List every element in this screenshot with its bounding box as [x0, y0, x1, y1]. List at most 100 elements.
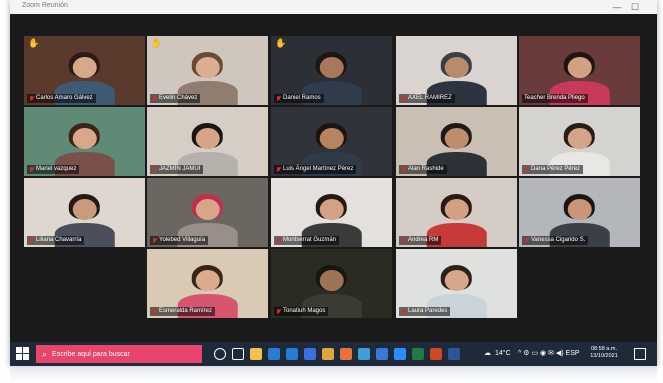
participant-name: Montserrat Guzmán: [283, 237, 337, 243]
participant-name: Liliana Chavarría: [36, 237, 82, 243]
clock-time: 08:58 a.m.: [591, 346, 617, 352]
participant-name-label: JAZMÍN JAMUI: [150, 165, 204, 174]
participant-name-label: Yolebed Villaguía: [150, 236, 209, 245]
word-icon[interactable]: [448, 348, 460, 360]
participant-name-label: Mariel vazquez: [27, 165, 80, 174]
screen-reflection: [10, 366, 657, 383]
muted-mic-icon: [152, 95, 157, 102]
search-icon: ⌕: [42, 348, 48, 359]
muted-mic-icon: [276, 95, 281, 102]
raised-hand-icon: ✋: [28, 38, 40, 48]
participant-tile[interactable]: JAZMÍN JAMUI: [147, 107, 268, 176]
edge-icon[interactable]: [358, 348, 370, 360]
participant-tile[interactable]: Andrea RM: [396, 178, 517, 247]
muted-mic-icon: [276, 237, 281, 244]
participant-tile[interactable]: Laura Paredes: [396, 249, 517, 318]
participant-name: Carlos Amaro Gálvez: [36, 95, 93, 101]
muted-mic-icon: [276, 166, 281, 173]
participant-tile[interactable]: Dana Pérez Pérez: [519, 107, 640, 176]
clock[interactable]: 08:58 a.m. 13/10/2021: [588, 346, 620, 360]
participant-name-label: Montserrat Guzmán: [274, 236, 340, 245]
participant-tile[interactable]: Montserrat Guzmán: [271, 178, 392, 247]
participant-name-label: Andrea RM: [399, 236, 442, 245]
file-explorer-icon[interactable]: [250, 348, 262, 360]
participant-name: Andrea RM: [408, 237, 439, 243]
participant-name: Esmeralda Ramírez: [159, 308, 213, 314]
participant-tile[interactable]: Yolebed Villaguía: [147, 178, 268, 247]
muted-mic-icon: [276, 308, 281, 315]
participant-name: Tonatiuh Magos: [283, 308, 326, 314]
weather-temperature[interactable]: 14°C: [495, 348, 511, 360]
participant-name: Evelin Chávez: [159, 95, 198, 101]
muted-mic-icon: [29, 95, 34, 102]
notification-icon[interactable]: [634, 348, 646, 360]
minimize-button[interactable]: —: [610, 0, 624, 14]
participant-name-label: Alan Rashide: [399, 165, 447, 174]
start-button[interactable]: [16, 347, 30, 361]
participant-name: JAZMÍN JAMUI: [159, 166, 201, 172]
participant-tile[interactable]: AXEL RAMIREZ: [396, 36, 517, 105]
participant-name-label: Daniel Ramos: [274, 94, 324, 103]
participant-tile[interactable]: Luis Ángel Martínez Pérez: [271, 107, 392, 176]
participant-name-label: Tonatiuh Magos: [274, 307, 329, 316]
muted-mic-icon: [29, 237, 34, 244]
calendar-icon[interactable]: [376, 348, 388, 360]
zoom-window: Zoom Reunión — ☐ ✋ Carlos Amaro Gálvez ✋ Ev…: [10, 0, 657, 366]
raised-hand-icon: ✋: [275, 38, 287, 48]
window-title: Zoom Reunión: [22, 2, 68, 9]
participant-tile[interactable]: ✋ Evelin Chávez: [147, 36, 268, 105]
participant-name: AXEL RAMIREZ: [408, 95, 452, 101]
participant-name: Alan Rashide: [408, 166, 444, 172]
muted-mic-icon: [524, 237, 529, 244]
muted-mic-icon: [524, 166, 529, 173]
chrome-icon[interactable]: [322, 348, 334, 360]
participant-name-label: Vanessa Cigarido S.: [522, 236, 589, 245]
maximize-button[interactable]: ☐: [628, 0, 642, 14]
raised-hand-icon: ✋: [151, 38, 163, 48]
participant-tile[interactable]: Mariel vazquez: [24, 107, 145, 176]
store-icon[interactable]: [268, 348, 280, 360]
participant-name-label: Carlos Amaro Gálvez: [27, 94, 96, 103]
participant-name: Daniel Ramos: [283, 95, 321, 101]
participant-name-label: Teacher Brenda Pliego: [522, 94, 588, 103]
participant-tile[interactable]: Vanessa Cigarido S.: [519, 178, 640, 247]
muted-mic-icon: [29, 166, 34, 173]
participant-tile[interactable]: ✋ Carlos Amaro Gálvez: [24, 36, 145, 105]
excel-icon[interactable]: [412, 348, 424, 360]
zoom-icon[interactable]: [394, 348, 406, 360]
participant-tile[interactable]: Tonatiuh Magos: [271, 249, 392, 318]
participant-tile[interactable]: Teacher Brenda Pliego: [519, 36, 640, 105]
muted-mic-icon: [152, 308, 157, 315]
muted-mic-icon: [152, 166, 157, 173]
muted-mic-icon: [401, 308, 406, 315]
cortana-icon[interactable]: [214, 348, 226, 360]
dropbox-icon[interactable]: [304, 348, 316, 360]
participant-name: Mariel vazquez: [36, 166, 77, 172]
participant-name: Laura Paredes: [408, 308, 448, 314]
participant-name-label: Evelin Chávez: [150, 94, 201, 103]
participant-name: Yolebed Villaguía: [159, 237, 206, 243]
gallery-view: ✋ Carlos Amaro Gálvez ✋ Evelin Chávez ✋ Danie…: [10, 14, 657, 342]
participant-tile[interactable]: Liliana Chavarría: [24, 178, 145, 247]
muted-mic-icon: [401, 166, 406, 173]
title-bar: Zoom Reunión — ☐: [10, 0, 657, 15]
participant-tile[interactable]: Alan Rashide: [396, 107, 517, 176]
participant-tile[interactable]: ✋ Daniel Ramos: [271, 36, 392, 105]
powerpoint-icon[interactable]: [430, 348, 442, 360]
participant-name-label: Liliana Chavarría: [27, 236, 85, 245]
firefox-icon[interactable]: [340, 348, 352, 360]
mail-icon[interactable]: [286, 348, 298, 360]
participant-name: Luis Ángel Martínez Pérez: [283, 166, 354, 172]
participant-tile[interactable]: Esmeralda Ramírez: [147, 249, 268, 318]
participant-name-label: AXEL RAMIREZ: [399, 94, 455, 103]
participant-name: Dana Pérez Pérez: [531, 166, 581, 172]
participant-name: Teacher Brenda Pliego: [524, 95, 585, 101]
taskbar-search-box[interactable]: ⌕ Escribe aquí para buscar: [36, 345, 202, 363]
clock-date: 13/10/2021: [590, 353, 618, 359]
participant-name-label: Esmeralda Ramírez: [150, 307, 216, 316]
task-view-icon[interactable]: [232, 348, 244, 360]
system-tray-icons[interactable]: ^ ⚙ ▭ ◉ ✉ ◀) ESP: [518, 348, 580, 360]
muted-mic-icon: [152, 237, 157, 244]
weather-icon[interactable]: ☁: [484, 348, 491, 360]
windows-taskbar: ⌕ Escribe aquí para buscar ☁ 14°C ^ ⚙ ▭ …: [10, 342, 657, 366]
